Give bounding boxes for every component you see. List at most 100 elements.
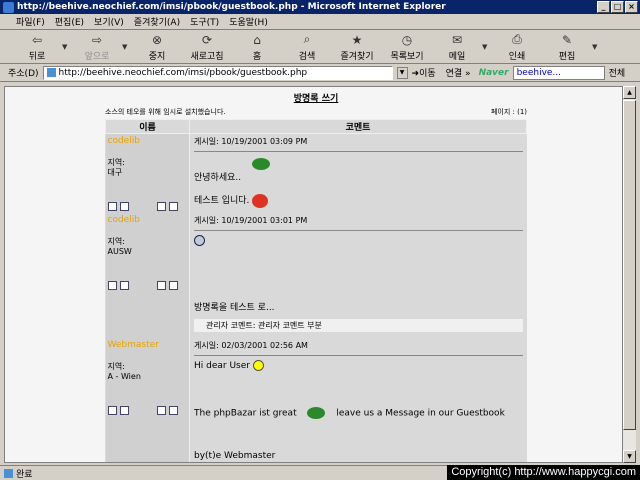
bug-emoticon-icon: [252, 193, 269, 208]
forward-arrow-icon: ⇨: [91, 32, 103, 47]
toolbar-button[interactable]: ⌕ 검색: [282, 32, 332, 62]
print-icon: ⎙: [512, 32, 522, 46]
region-label: 지역:: [107, 237, 125, 246]
address-input[interactable]: http://beehive.neochief.com/imsi/pbook/g…: [42, 65, 393, 80]
menu-tools[interactable]: 도구(T): [190, 15, 219, 28]
table-header: 이름 코멘트: [105, 119, 527, 134]
scroll-up-icon[interactable]: ▲: [623, 86, 636, 99]
go-label: 이동: [419, 69, 436, 79]
post-date: 게시일: 10/19/2001 03:09 PM: [194, 136, 523, 152]
home-page-icon[interactable]: [168, 406, 178, 415]
window-titlebar: http://beehive.neochief.com/imsi/pbook/g…: [0, 0, 640, 14]
toolbar-button[interactable]: ⎙ 인쇄: [492, 32, 542, 62]
edit-entry-icon[interactable]: [156, 406, 166, 415]
back-arrow-icon: ⇦: [31, 32, 43, 47]
menu-file[interactable]: 파일(F): [16, 15, 45, 28]
toolbar-label: 메일: [448, 51, 466, 62]
toolbar-label: 앞으로: [84, 51, 110, 62]
close-button[interactable]: ×: [625, 1, 638, 13]
toolbar-button[interactable]: ★ 즐겨찾기: [332, 33, 382, 62]
col-author: 이름: [105, 119, 190, 134]
search-scope[interactable]: 전체: [609, 66, 626, 79]
scroll-thumb[interactable]: [623, 100, 636, 430]
post-text-b: leave us a Message in our Guestbook: [336, 408, 505, 419]
toolbar-button[interactable]: ⊗ 중지: [132, 33, 182, 62]
minimize-button[interactable]: _: [597, 1, 610, 13]
dropdown-arrow-icon[interactable]: ▼: [482, 43, 492, 51]
toolbar-label: 홈: [252, 51, 262, 62]
author-region: 지역: AUSW: [108, 237, 188, 257]
post-line-2: The phpBazar ist great leave us a Messag…: [194, 407, 523, 419]
region-value: A - Wien: [107, 372, 141, 381]
author-cell: codelib 지역: AUSW: [105, 213, 190, 338]
toolbar-button[interactable]: ⟳ 새로고침: [182, 33, 232, 62]
author-name[interactable]: codelib: [108, 215, 188, 225]
stop-icon: ⊗: [151, 32, 163, 47]
toolbar-button[interactable]: ⌂ 홈: [232, 33, 282, 62]
post-line: 안녕하세요..: [194, 173, 242, 183]
post-text: Hi dear User: [194, 361, 250, 371]
author-name[interactable]: Webmaster: [108, 340, 188, 350]
toolbar-button[interactable]: ✎ 편집: [542, 33, 592, 62]
computer-icon[interactable]: [107, 202, 117, 211]
author-actions: [107, 281, 188, 290]
menu-favorites[interactable]: 즐겨찾기(A): [134, 15, 180, 28]
toolbar-label: 새로고침: [190, 51, 224, 62]
status-page-icon: [4, 468, 13, 478]
toolbar-button[interactable]: ⇨ 앞으로: [72, 33, 122, 62]
edit-entry-icon[interactable]: [156, 281, 166, 290]
post-line: Hi dear User: [194, 360, 523, 371]
address-url: http://beehive.neochief.com/imsi/pbook/g…: [58, 67, 308, 78]
dropdown-arrow-icon[interactable]: ▼: [592, 43, 602, 51]
col-comment: 코멘트: [189, 119, 527, 134]
author-actions: [107, 406, 188, 415]
maximize-button[interactable]: □: [611, 1, 624, 13]
toolbar-label: 뒤로: [28, 51, 46, 62]
email-icon[interactable]: [119, 406, 129, 415]
toolbar-button[interactable]: ⇦ 뒤로: [12, 33, 62, 62]
table-row: Webmaster 지역: A - Wien 게시일: 02/03/2001 0…: [105, 338, 527, 462]
toolbar-button[interactable]: ✉ 메일: [432, 33, 482, 62]
computer-icon[interactable]: [107, 281, 117, 290]
toolbar-button[interactable]: ◷ 목록보기: [382, 33, 432, 62]
comment-cell: 게시일: 02/03/2001 02:56 AM Hi dear User Th…: [190, 338, 527, 462]
go-button[interactable]: ➜이동: [412, 66, 436, 79]
copyright-banner: Copyright(c) http://www.happycgi.com: [447, 465, 640, 480]
author-region: 지역: 대구: [108, 158, 188, 178]
menu-edit[interactable]: 편집(E): [55, 15, 84, 28]
post-date: 게시일: 02/03/2001 02:56 AM: [194, 340, 523, 356]
toolbar-label: 인쇄: [508, 51, 526, 62]
menu-view[interactable]: 보기(V): [94, 15, 124, 28]
links-button[interactable]: 연결 »: [446, 66, 471, 79]
home-page-icon[interactable]: [168, 281, 178, 290]
guestbook-page: 방명록 쓰기 소스의 테오를 위해 임시로 설치했습니다. 페이지 : (1) …: [105, 91, 527, 462]
frog-emoticon-icon: [252, 158, 270, 170]
author-name[interactable]: codelib: [108, 136, 188, 146]
mail-icon: ✉: [451, 32, 463, 47]
dropdown-arrow-icon[interactable]: ▼: [62, 43, 72, 51]
browser-toolbar: ⇦ 뒤로 ▼ ⇨ 앞으로 ▼ ⊗ 중지 ⟳ 새로고침 ⌂ 홈 ⌕ 검색 ★ 즐겨찾기 ◷ 목록보기 ✉ 메일 ▼ ⎙ 인쇄 ✎…: [0, 31, 640, 64]
page-info: 소스의 테오를 위해 임시로 설치했습니다. 페이지 : (1): [105, 107, 527, 117]
page-number: 페이지 : (1): [490, 108, 527, 116]
naver-search-input[interactable]: beehive...: [512, 65, 605, 80]
address-dropdown-icon[interactable]: ▼: [396, 66, 408, 79]
edit-entry-icon[interactable]: [156, 202, 166, 211]
computer-icon[interactable]: [107, 406, 117, 415]
menu-help[interactable]: 도움말(H): [229, 15, 268, 28]
email-icon[interactable]: [119, 281, 129, 290]
vertical-scrollbar[interactable]: ▲ ▼: [623, 86, 636, 463]
guestbook-table: 이름 코멘트 codelib 지역: 대구 게시일: 10/19/2001 03…: [105, 119, 527, 462]
address-label: 주소(D): [8, 69, 39, 79]
toolbar-label: 편집: [558, 51, 576, 62]
author-actions: [107, 202, 188, 211]
email-icon[interactable]: [119, 202, 129, 211]
page-title[interactable]: 방명록 쓰기: [105, 91, 527, 104]
dropdown-arrow-icon[interactable]: ▼: [122, 43, 132, 51]
home-page-icon[interactable]: [168, 202, 178, 211]
edit-icon: ✎: [561, 32, 573, 47]
naver-logo[interactable]: Naver: [479, 68, 509, 78]
scroll-down-icon[interactable]: ▼: [623, 450, 636, 463]
